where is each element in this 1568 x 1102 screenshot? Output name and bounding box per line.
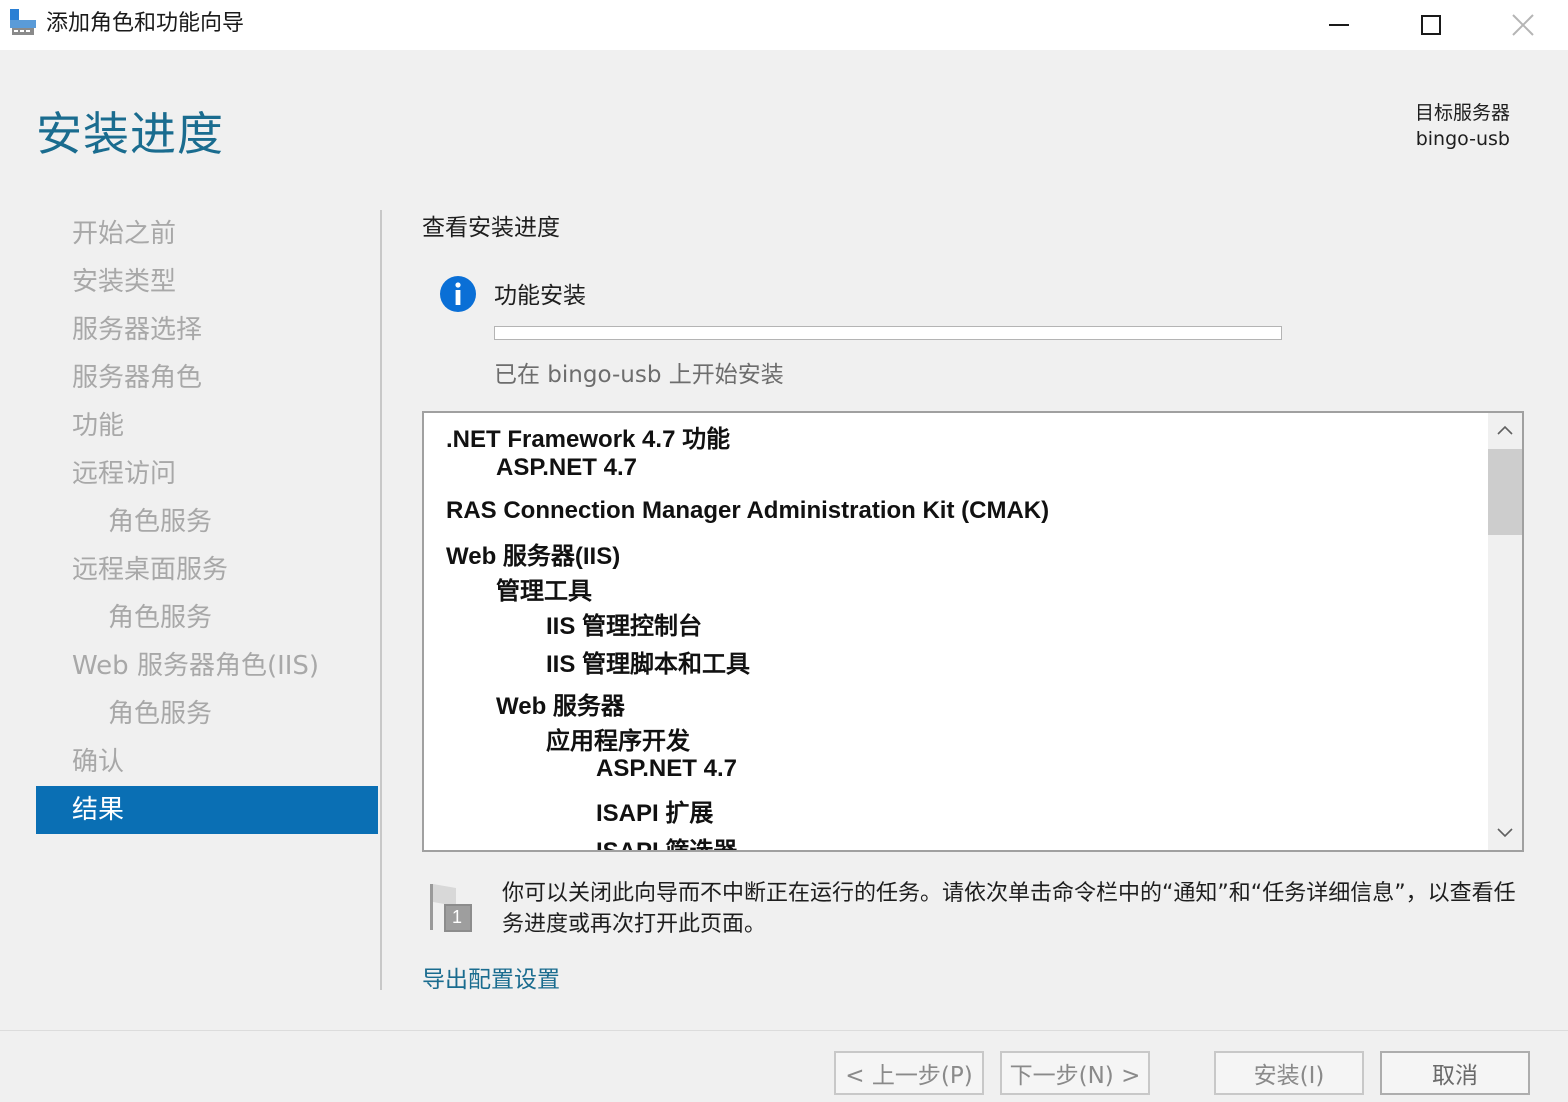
nav-item-remote-desktop-services[interactable]: 远程桌面服务 — [36, 546, 378, 594]
list-item: ISAPI 筛选器 — [596, 831, 737, 850]
server-manager-icon — [8, 8, 40, 40]
nav-item-installation-type[interactable]: 安装类型 — [36, 258, 378, 306]
export-configuration-link[interactable]: 导出配置设置 — [422, 960, 560, 994]
info-icon — [439, 275, 477, 313]
next-button[interactable]: 下一步(N) > — [1000, 1051, 1150, 1095]
nav-item-remote-access[interactable]: 远程访问 — [36, 450, 378, 498]
nav-item-confirmation[interactable]: 确认 — [36, 738, 378, 786]
list-item: .NET Framework 4.7 功能 — [446, 426, 731, 453]
install-button[interactable]: 安装(I) — [1214, 1051, 1364, 1095]
nav-item-results[interactable]: 结果 — [36, 786, 378, 834]
installation-status: 已在 bingo-usb 上开始安装 — [494, 362, 784, 388]
nav-item-iis-role-services[interactable]: 角色服务 — [36, 690, 378, 738]
destination-server-block: 目标服务器 bingo-usb — [1415, 100, 1510, 152]
list-item: ASP.NET 4.7 — [596, 755, 737, 782]
feature-installation-title: 功能安装 — [494, 283, 586, 309]
close-wizard-note: 你可以关闭此向导而不中断正在运行的任务。请依次单击命令栏中的“通知”和“任务详细… — [502, 881, 1516, 937]
wizard-nav: 开始之前 安装类型 服务器选择 服务器角色 功能 远程访问 角色服务 远程桌面服… — [36, 210, 378, 834]
content-title: 查看安装进度 — [422, 215, 560, 241]
list-item: 管理工具 — [496, 578, 592, 605]
installation-features-list[interactable]: .NET Framework 4.7 功能 ASP.NET 4.7 RAS Co… — [422, 411, 1524, 852]
list-scrollbar[interactable] — [1488, 413, 1522, 850]
wizard-footer: < 上一步(P) 下一步(N) > 安装(I) 取消 — [0, 1030, 1568, 1102]
previous-button[interactable]: < 上一步(P) — [834, 1051, 984, 1095]
nav-item-server-selection[interactable]: 服务器选择 — [36, 306, 378, 354]
title-bar: 添加角色和功能向导 — [0, 0, 1568, 50]
list-item: 应用程序开发 — [546, 728, 690, 755]
page-title: 安装进度 — [36, 107, 224, 161]
close-button[interactable] — [1477, 0, 1568, 50]
nav-divider — [380, 210, 382, 990]
installation-progress-bar — [494, 326, 1282, 340]
scrollbar-thumb[interactable] — [1488, 449, 1522, 535]
destination-label: 目标服务器 — [1414, 102, 1510, 124]
list-item: IIS 管理控制台 — [546, 613, 703, 640]
nav-item-before-you-begin[interactable]: 开始之前 — [36, 210, 378, 258]
window-title: 添加角色和功能向导 — [46, 11, 245, 36]
features-list-viewport: .NET Framework 4.7 功能 ASP.NET 4.7 RAS Co… — [424, 413, 1488, 850]
nav-item-features[interactable]: 功能 — [36, 402, 378, 450]
list-item: RAS Connection Manager Administration Ki… — [446, 497, 1050, 524]
cancel-button[interactable]: 取消 — [1380, 1051, 1530, 1095]
list-item: ISAPI 扩展 — [596, 800, 714, 827]
nav-item-server-roles[interactable]: 服务器角色 — [36, 354, 378, 402]
nav-item-web-server-role[interactable]: Web 服务器角色(IIS) — [36, 642, 378, 690]
wizard-window: 添加角色和功能向导 安装进度 目标服务器 bingo-usb 开始之前 安装类型… — [0, 0, 1568, 1102]
scroll-down-button[interactable] — [1488, 816, 1522, 850]
nav-item-remote-access-role-services[interactable]: 角色服务 — [36, 498, 378, 546]
flag-notification-icon: 1 — [428, 880, 476, 936]
scroll-up-button[interactable] — [1488, 413, 1522, 447]
notification-badge-number: 1 — [452, 907, 463, 927]
minimize-button[interactable] — [1293, 0, 1385, 50]
list-item: Web 服务器 — [496, 693, 625, 720]
list-item: IIS 管理脚本和工具 — [546, 651, 751, 678]
wizard-header: 安装进度 目标服务器 bingo-usb — [0, 50, 1568, 200]
nav-item-rds-role-services[interactable]: 角色服务 — [36, 594, 378, 642]
list-item: ASP.NET 4.7 — [496, 454, 637, 481]
destination-server: bingo-usb — [1415, 128, 1510, 150]
list-item: Web 服务器(IIS) — [446, 543, 621, 570]
maximize-button[interactable] — [1385, 0, 1477, 50]
